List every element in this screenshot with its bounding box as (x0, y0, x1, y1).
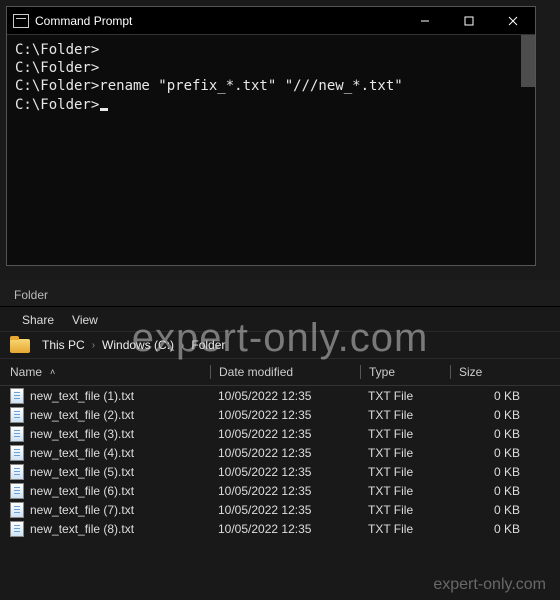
text-file-icon (10, 464, 24, 480)
cmd-line: C:\Folder> (15, 59, 527, 77)
text-file-icon (10, 388, 24, 404)
file-name: new_text_file (5).txt (30, 465, 134, 479)
file-size: 0 KB (450, 408, 530, 422)
table-row[interactable]: new_text_file (1).txt 10/05/2022 12:35TXT… (0, 386, 560, 405)
table-row[interactable]: new_text_file (3).txt 10/05/2022 12:35TXT… (0, 424, 560, 443)
close-button[interactable] (491, 7, 535, 35)
tab-share[interactable]: Share (22, 313, 54, 327)
breadcrumb: This PC › Windows (C:) › Folder (38, 338, 229, 352)
table-row[interactable]: new_text_file (8).txt 10/05/2022 12:35TXT… (0, 519, 560, 538)
table-row[interactable]: new_text_file (6).txt 10/05/2022 12:35TXT… (0, 481, 560, 500)
text-file-icon (10, 407, 24, 423)
cmd-window-controls (403, 7, 535, 35)
file-name: new_text_file (3).txt (30, 427, 134, 441)
file-date: 10/05/2022 12:35 (210, 503, 360, 517)
cmd-icon (13, 14, 29, 28)
cmd-title: Command Prompt (35, 14, 403, 28)
file-type: TXT File (360, 446, 450, 460)
maximize-button[interactable] (447, 7, 491, 35)
table-row[interactable]: new_text_file (7).txt 10/05/2022 12:35TXT… (0, 500, 560, 519)
explorer-ribbon-tabs: Share View (0, 307, 560, 331)
file-size: 0 KB (450, 465, 530, 479)
column-header-date[interactable]: Date modified (210, 365, 360, 379)
file-date: 10/05/2022 12:35 (210, 408, 360, 422)
file-explorer: Folder Share View This PC › Windows (C:)… (0, 280, 560, 600)
file-name: new_text_file (6).txt (30, 484, 134, 498)
file-name: new_text_file (2).txt (30, 408, 134, 422)
cmd-line: C:\Folder> (15, 96, 527, 114)
cmd-line: C:\Folder> (15, 41, 527, 59)
file-list: new_text_file (1).txt10/05/2022 12:35TXT… (0, 386, 560, 600)
sort-caret-icon: ˄ (50, 367, 55, 377)
folder-icon (10, 337, 30, 353)
tab-view[interactable]: View (72, 313, 98, 327)
breadcrumb-item[interactable]: Folder (187, 338, 229, 352)
file-size: 0 KB (450, 389, 530, 403)
column-header-type[interactable]: Type (360, 365, 450, 379)
cmd-line: C:\Folder>rename "prefix_*.txt" "///new_… (15, 77, 527, 95)
command-prompt-window: Command Prompt C:\Folder> C:\Folder> C:\… (6, 6, 536, 266)
file-type: TXT File (360, 465, 450, 479)
file-size: 0 KB (450, 446, 530, 460)
file-size: 0 KB (450, 427, 530, 441)
file-size: 0 KB (450, 484, 530, 498)
text-file-icon (10, 483, 24, 499)
chevron-right-icon: › (89, 340, 98, 351)
text-file-icon (10, 426, 24, 442)
table-row[interactable]: new_text_file (5).txt 10/05/2022 12:35TXT… (0, 462, 560, 481)
table-row[interactable]: new_text_file (2).txt 10/05/2022 12:35TXT… (0, 405, 560, 424)
file-name: new_text_file (4).txt (30, 446, 134, 460)
file-type: TXT File (360, 484, 450, 498)
file-date: 10/05/2022 12:35 (210, 465, 360, 479)
file-name: new_text_file (7).txt (30, 503, 134, 517)
explorer-breadcrumb-bar[interactable]: This PC › Windows (C:) › Folder (0, 331, 560, 359)
file-type: TXT File (360, 427, 450, 441)
file-size: 0 KB (450, 503, 530, 517)
column-header-size[interactable]: Size (450, 365, 530, 379)
column-headers: Name ˄ Date modified Type Size (0, 359, 560, 386)
file-size: 0 KB (450, 522, 530, 536)
column-header-name[interactable]: Name ˄ (10, 365, 210, 379)
explorer-window-title: Folder (0, 280, 560, 307)
file-type: TXT File (360, 408, 450, 422)
file-date: 10/05/2022 12:35 (210, 484, 360, 498)
breadcrumb-item[interactable]: This PC (38, 338, 89, 352)
file-date: 10/05/2022 12:35 (210, 522, 360, 536)
table-row[interactable]: new_text_file (4).txt 10/05/2022 12:35TXT… (0, 443, 560, 462)
cursor-icon (100, 108, 108, 111)
breadcrumb-item[interactable]: Windows (C:) (98, 338, 178, 352)
file-type: TXT File (360, 522, 450, 536)
text-file-icon (10, 521, 24, 537)
text-file-icon (10, 502, 24, 518)
file-date: 10/05/2022 12:35 (210, 446, 360, 460)
file-date: 10/05/2022 12:35 (210, 389, 360, 403)
file-name: new_text_file (1).txt (30, 389, 134, 403)
chevron-right-icon: › (178, 340, 187, 351)
cmd-body[interactable]: C:\Folder> C:\Folder> C:\Folder>rename "… (7, 35, 535, 265)
cmd-titlebar[interactable]: Command Prompt (7, 7, 535, 35)
file-type: TXT File (360, 389, 450, 403)
file-date: 10/05/2022 12:35 (210, 427, 360, 441)
text-file-icon (10, 445, 24, 461)
file-name: new_text_file (8).txt (30, 522, 134, 536)
file-type: TXT File (360, 503, 450, 517)
minimize-button[interactable] (403, 7, 447, 35)
cmd-scrollbar[interactable] (521, 35, 535, 87)
